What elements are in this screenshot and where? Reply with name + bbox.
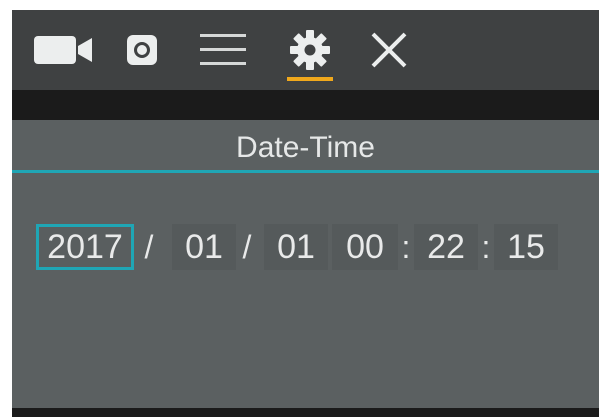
panel-title: Date-Time — [236, 131, 375, 164]
date-time-panel: Date-Time 2017 / 01 / 01 00 : 22 : 15 — [12, 120, 599, 408]
date-separator: / — [242, 229, 252, 265]
hour-field[interactable]: 00 — [332, 224, 398, 270]
month-field[interactable]: 01 — [172, 224, 236, 270]
close-icon — [367, 28, 411, 72]
title-divider — [12, 170, 599, 173]
menu-button[interactable] — [197, 10, 249, 90]
year-field[interactable]: 2017 — [36, 224, 134, 270]
date-time-row: 2017 / 01 / 01 00 : 22 : 15 — [12, 224, 599, 274]
photo-camera-icon — [125, 33, 159, 67]
second-field[interactable]: 15 — [494, 224, 558, 270]
close-button[interactable] — [364, 10, 414, 90]
time-separator: : — [481, 229, 491, 265]
active-tab-indicator — [287, 77, 333, 81]
settings-gear-icon — [288, 28, 332, 72]
menu-icon — [198, 31, 248, 69]
day-field[interactable]: 01 — [264, 224, 328, 270]
camera-screen: Date-Time 2017 / 01 / 01 00 : 22 : 15 — [12, 10, 599, 417]
date-separator: / — [144, 229, 154, 265]
video-mode-button[interactable] — [30, 10, 96, 90]
bottom-bezel — [12, 408, 599, 417]
photo-mode-button[interactable] — [122, 10, 162, 90]
minute-field[interactable]: 22 — [414, 224, 478, 270]
time-separator: : — [401, 229, 411, 265]
video-camera-icon — [32, 34, 94, 66]
top-toolbar — [12, 10, 599, 90]
